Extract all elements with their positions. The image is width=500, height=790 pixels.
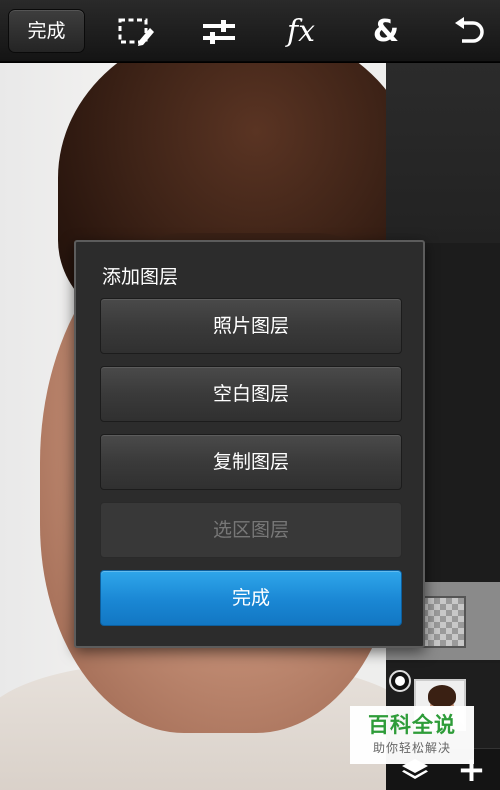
dialog-done-button[interactable]: 完成 (100, 570, 402, 626)
blend-tool-button[interactable]: & (365, 12, 407, 52)
undo-icon (455, 17, 484, 43)
undo-button[interactable] (448, 12, 490, 52)
top-toolbar: 完成 fx & (0, 0, 500, 62)
watermark-subtitle: 助你轻松解决 (372, 741, 451, 755)
ampersand-icon: & (372, 14, 400, 49)
duplicate-layer-button[interactable]: 复制图层 (100, 434, 402, 490)
selection-pencil-icon (118, 18, 154, 46)
effects-tool-button[interactable]: fx (280, 12, 322, 52)
layer-visibility-radio[interactable] (389, 670, 411, 692)
adjust-tool-button[interactable] (198, 12, 240, 52)
blank-layer-button[interactable]: 空白图层 (100, 366, 402, 422)
watermark-title: 百科全说 (368, 713, 456, 737)
selection-layer-button: 选区图层 (100, 502, 402, 558)
add-layer-dialog: 添加图层 照片图层 空白图层 复制图层 选区图层 完成 (74, 240, 425, 648)
photo-layer-button[interactable]: 照片图层 (100, 298, 402, 354)
fx-icon: fx (286, 14, 316, 49)
thumb-hair (428, 685, 456, 707)
sliders-icon (203, 20, 235, 44)
layers-panel-header (386, 63, 500, 243)
dialog-title: 添加图层 (102, 266, 179, 288)
selection-tool-button[interactable] (115, 12, 157, 52)
watermark-logo: 百科全说 助你轻松解决 (350, 706, 474, 764)
toolbar-done-button[interactable]: 完成 (8, 9, 85, 53)
